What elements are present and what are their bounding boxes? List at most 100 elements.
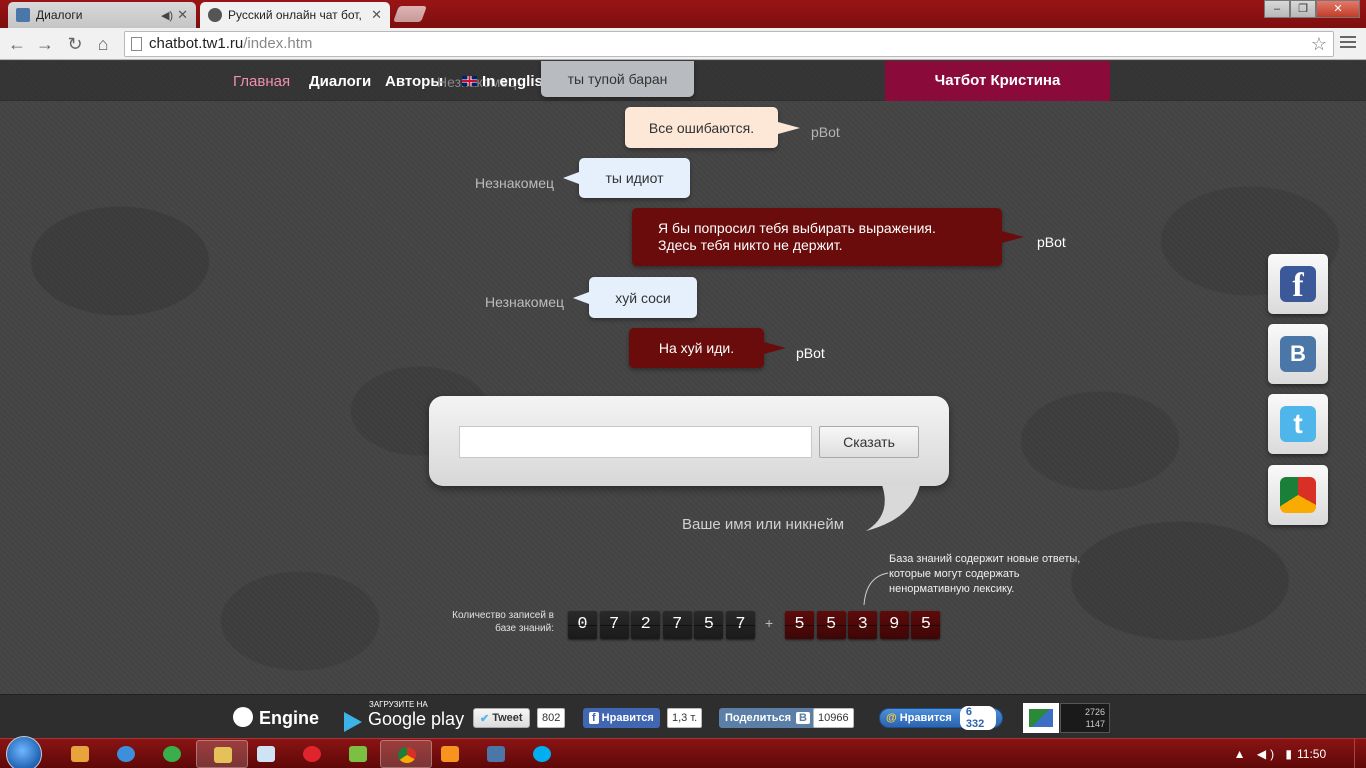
browser-toolbar: ← → ↻ ⌂ chatbot.tw1.ru/index.htm ☆	[0, 28, 1366, 60]
taskbar-notepad[interactable]	[240, 740, 292, 768]
chatbot-kristina-tab[interactable]: Чатбот Кристина	[885, 61, 1110, 101]
uk-flag-icon	[462, 76, 477, 86]
taskbar-vk[interactable]	[470, 740, 522, 768]
forward-icon[interactable]: →	[34, 33, 56, 55]
maximize-button[interactable]: ❐	[1290, 0, 1316, 18]
tweet-label: Tweet	[492, 712, 523, 724]
engine-label: Engine	[259, 708, 320, 728]
visitor-stats-widget[interactable]: 2726 1147	[1060, 703, 1110, 733]
skype-icon	[533, 746, 551, 762]
tab-chatbot[interactable]: Русский онлайн чат бот, ✕	[200, 2, 390, 28]
taskbar-app-green[interactable]	[146, 740, 198, 768]
window-controls: – ❐ ✕	[1264, 0, 1360, 18]
counter-digit: 9	[879, 611, 909, 639]
close-tab-icon[interactable]: ✕	[371, 7, 382, 23]
green-app-icon	[163, 746, 181, 762]
mailru-like-label: Нравится	[899, 712, 952, 724]
say-button[interactable]: Сказать	[819, 426, 919, 458]
counter-digit: 7	[725, 611, 755, 639]
mailru-like-button[interactable]: @ Нравится 6 332	[879, 706, 1003, 730]
message-text: хуй соси	[615, 289, 671, 306]
message-text: ты тупой баран	[567, 71, 668, 87]
counter-digit: 5	[785, 611, 814, 639]
taskbar-ie[interactable]	[100, 740, 152, 768]
tab-dialogs[interactable]: Диалоги ◀) ✕	[8, 2, 196, 28]
speaker-icon: ◀)	[160, 9, 174, 22]
mailru-at-icon: @	[886, 712, 897, 724]
bubble-tail	[778, 121, 800, 134]
gplay-caption: ЗАГРУЗИТЕ НА	[369, 700, 428, 709]
address-bar[interactable]: chatbot.tw1.ru/index.htm ☆	[124, 31, 1334, 57]
kb-main-digits: 0 7 2 7 5 7	[568, 611, 758, 639]
chat-message: Все ошибаются.	[625, 107, 800, 148]
url-path: /index.htm	[243, 35, 313, 52]
url-host: chatbot.tw1.ru	[149, 35, 244, 52]
fb-like-count: 1,3 т.	[667, 708, 703, 728]
vk-share-label: Поделиться	[725, 712, 792, 724]
engine-logo[interactable]: Engine	[233, 707, 319, 729]
vkontakte-icon[interactable]: B	[1268, 324, 1328, 384]
counter-widget-icon[interactable]	[1023, 703, 1059, 733]
facebook-icon[interactable]: f	[1268, 254, 1328, 314]
google-play-badge[interactable]: ЗАГРУЗИТЕ НА Google play	[344, 700, 465, 732]
internet-explorer-icon	[117, 746, 135, 762]
home-icon[interactable]: ⌂	[92, 33, 114, 55]
nav-dialogs[interactable]: Диалоги	[309, 73, 371, 90]
counter-digit: 3	[848, 611, 878, 639]
speaker-name: Незнакомец	[475, 175, 555, 191]
windows-taskbar: ▲ ◀) ▮ 11:50	[0, 736, 1366, 768]
taskbar-app-green2[interactable]	[332, 740, 384, 768]
speaker-name: Незнакомец	[485, 294, 565, 310]
chat-message: На хуй иди.	[629, 328, 786, 368]
kb-note: База знаний содержит новые ответы, котор…	[889, 553, 1081, 595]
close-tab-icon[interactable]: ✕	[177, 7, 188, 23]
tweet-button[interactable]: ✔ Tweet	[473, 708, 530, 728]
system-tray[interactable]: ▲ ◀) ▮	[1234, 747, 1296, 761]
gplay-title: Google play	[368, 709, 465, 729]
folder-icon	[214, 747, 232, 763]
vk-small-icon: B	[796, 712, 810, 724]
back-icon[interactable]: ←	[6, 33, 28, 55]
kb-extra-digits: 5 5 3 9 5	[785, 611, 943, 639]
vk-share-count: 10966	[813, 708, 854, 728]
message-text: Все ошибаются.	[648, 119, 755, 136]
twitter-icon[interactable]: t	[1268, 394, 1328, 454]
bubble-tail	[573, 291, 589, 304]
vk-share-button[interactable]: Поделиться B	[719, 708, 816, 728]
nav-home[interactable]: Главная	[233, 73, 290, 90]
page-icon	[131, 37, 142, 51]
media-player-icon	[71, 746, 89, 762]
nav-authors[interactable]: Авторы	[385, 73, 443, 90]
new-tab-button[interactable]	[393, 6, 427, 22]
browser-menu-icon[interactable]	[1340, 36, 1356, 51]
nav-english[interactable]: In english	[462, 73, 552, 90]
message-text: ты идиот	[605, 170, 664, 186]
google-play-icon	[344, 712, 362, 732]
taskbar-clock[interactable]: 11:50	[1297, 747, 1326, 761]
show-desktop-button[interactable]	[1354, 739, 1366, 768]
site-footer: Engine ЗАГРУЗИТЕ НА Google play ✔ Tweet 8…	[0, 694, 1366, 738]
counter-digit: 2	[631, 611, 661, 639]
taskbar-opera[interactable]	[286, 740, 338, 768]
windows-start-button[interactable]	[6, 736, 42, 768]
taskbar-skype[interactable]	[516, 740, 568, 768]
close-window-button[interactable]: ✕	[1316, 0, 1360, 18]
chrome-store-icon[interactable]	[1268, 465, 1328, 525]
speaker-name: pBot	[796, 345, 825, 361]
message-input[interactable]	[459, 426, 812, 458]
speaker-name: pBot	[811, 124, 840, 140]
minimize-button[interactable]: –	[1264, 0, 1290, 18]
taskbar-odnoklassniki[interactable]	[424, 740, 476, 768]
bookmark-star-icon[interactable]: ☆	[1311, 32, 1327, 56]
taskbar-media-player[interactable]	[54, 740, 106, 768]
page-content: Главная Диалоги Авторы Незнакомец In eng…	[0, 61, 1366, 694]
chatbot-favicon-icon	[208, 8, 222, 22]
fb-like-label: Нравится	[601, 712, 654, 724]
bubble-tail	[764, 342, 786, 354]
facebook-small-icon: f	[589, 712, 599, 724]
vk-icon	[487, 746, 505, 762]
fb-like-button[interactable]: f Нравится	[583, 708, 660, 728]
nickname-prompt[interactable]: Ваше имя или никнейм	[682, 516, 844, 533]
chrome-icon	[398, 747, 416, 763]
reload-icon[interactable]: ↻	[64, 33, 86, 55]
